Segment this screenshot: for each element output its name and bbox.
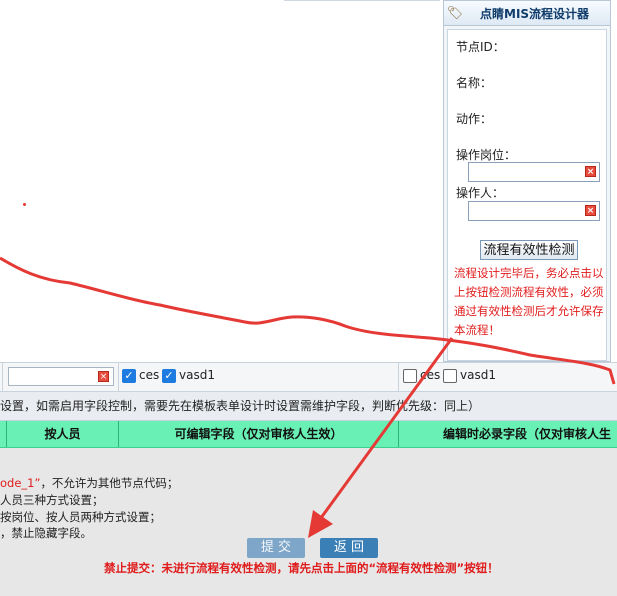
post-input[interactable]: ×	[468, 162, 600, 182]
forbid-submit-message: 禁止提交：未进行流程有效性检测，请先点击上面的“流程有效性检测”按钮！	[104, 561, 499, 575]
col-header-editable: 可编辑字段（仅对审核人生效）	[118, 421, 398, 447]
checkbox-ces-left[interactable]: ✓	[122, 369, 136, 383]
action-label: 动作：	[456, 112, 493, 126]
col-header-required: 编辑时必录字段（仅对审核人生效	[398, 421, 617, 467]
node-id-label: 节点ID：	[456, 40, 505, 54]
divider	[398, 363, 399, 391]
panel-body: 节点ID： 名称： 动作： 操作岗位： × 操作人： × 流程有效性检测 流程设…	[447, 29, 607, 361]
name-label: 名称：	[456, 76, 493, 90]
hint-text: ，不允许为其他节点代码；	[40, 476, 179, 490]
field-control-note: 设置，如需启用字段控制，需要先在模板表单设计时设置需维护字段，判断优先级：同上）	[0, 392, 617, 421]
clear-icon[interactable]: ×	[585, 205, 596, 216]
tag-icon: 🏷	[446, 5, 464, 21]
hint-line-3: 按岗位、按人员两种方式设置；	[0, 510, 161, 524]
filter-row: × ✓ ces ✓ vasd1 ces vasd1	[0, 362, 617, 392]
operator-label: 操作人：	[456, 186, 505, 200]
clear-icon[interactable]: ×	[585, 166, 596, 177]
submit-button[interactable]: 提 交	[247, 538, 305, 558]
divider	[2, 363, 3, 391]
checkbox-label: vasd1	[460, 368, 496, 382]
hint-line-1: ode_1”，不允许为其他节点代码；	[0, 475, 178, 491]
flow-canvas[interactable]	[0, 0, 440, 362]
divider	[118, 363, 119, 391]
panel-header: 🏷 点睛MIS流程设计器	[444, 1, 610, 26]
node-code-text: ode_1”	[0, 476, 41, 490]
table-header: 按人员 可编辑字段（仅对审核人生效） 编辑时必录字段（仅对审核人生效	[0, 421, 617, 467]
col-header-person: 按人员	[6, 421, 118, 447]
hint-line-4: ，禁止隐藏字段。	[0, 526, 92, 540]
filter-select[interactable]: ×	[8, 367, 114, 386]
checkbox-label: ces	[420, 368, 441, 382]
checkbox-vasd1-left[interactable]: ✓	[162, 369, 176, 383]
back-button[interactable]: 返 回	[320, 538, 378, 558]
designer-panel: 🏷 点睛MIS流程设计器 节点ID： 名称： 动作： 操作岗位： × 操作人： …	[443, 0, 611, 362]
clear-icon[interactable]: ×	[98, 371, 109, 382]
operator-input[interactable]: ×	[468, 201, 600, 221]
canvas-dot	[23, 203, 26, 206]
hint-line-2: 人员三种方式设置；	[0, 493, 104, 507]
checkbox-label: vasd1	[179, 368, 215, 382]
post-label: 操作岗位：	[456, 148, 517, 162]
checkbox-vasd1-right[interactable]	[443, 369, 457, 383]
checkbox-ces-right[interactable]	[403, 369, 417, 383]
checkbox-label: ces	[139, 368, 160, 382]
canvas-top-border	[284, 0, 440, 1]
footer-area: ode_1”，不允许为其他节点代码； 人员三种方式设置； 按岗位、按人员两种方式…	[0, 448, 617, 596]
validity-check-button[interactable]: 流程有效性检测	[480, 240, 578, 260]
warning-text: 流程设计完毕后，务必点击以上按钮检测流程有效性，必须通过有效性检测后才允许保存本…	[454, 266, 604, 337]
panel-title: 点睛MIS流程设计器	[480, 6, 590, 21]
